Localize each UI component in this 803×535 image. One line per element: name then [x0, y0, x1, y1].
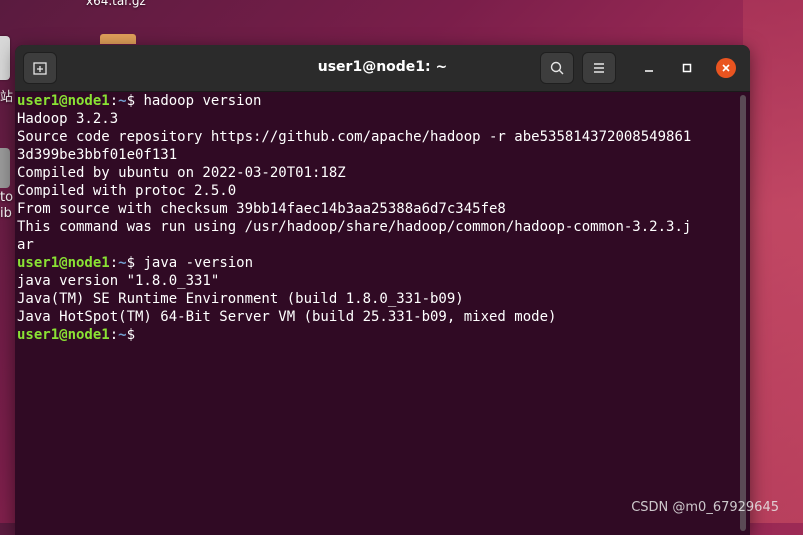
vertical-scrollbar[interactable]	[740, 95, 746, 531]
search-button[interactable]	[540, 52, 574, 84]
desktop-archive-icon[interactable]	[100, 34, 136, 44]
prompt-line: user1@node1:~$ hadoop version	[17, 93, 262, 109]
prompt-line: user1@node1:~$ java -version	[17, 255, 254, 271]
window-titlebar[interactable]: user1@node1: ~	[15, 45, 750, 92]
output-line: ar	[17, 237, 34, 253]
command-text: hadoop version	[143, 93, 262, 109]
command-text: java -version	[143, 255, 254, 271]
search-icon	[550, 61, 564, 75]
output-line: Hadoop 3.2.3	[17, 111, 119, 127]
terminal-output[interactable]: user1@node1:~$ hadoop version Hadoop 3.2…	[15, 92, 740, 535]
output-line: From source with checksum 39bb14faec14b3…	[17, 201, 506, 217]
hamburger-menu-icon	[594, 63, 604, 73]
wallpaper-glow	[743, 0, 803, 523]
desktop-file-label[interactable]: x64.tar.gz	[86, 0, 146, 8]
output-line: Java HotSpot(TM) 64-Bit Server VM (build…	[17, 309, 557, 325]
maximize-button[interactable]	[677, 58, 697, 78]
menu-button[interactable]	[582, 52, 616, 84]
output-line: 3d399be3bbf01e0f131	[17, 147, 178, 163]
output-line: This command was run using /usr/hadoop/s…	[17, 219, 692, 235]
output-line: Source code repository https://github.co…	[17, 129, 692, 145]
output-line: java version "1.8.0_331"	[17, 273, 220, 289]
output-line: Java(TM) SE Runtime Environment (build 1…	[17, 291, 464, 307]
desktop-label-3: ib	[0, 206, 12, 221]
maximize-icon	[682, 63, 692, 73]
close-button[interactable]	[716, 58, 736, 78]
desktop-app-icon[interactable]	[0, 36, 10, 80]
output-line: Compiled by ubuntu on 2022-03-20T01:18Z	[17, 165, 346, 181]
desktop-label-1: 站	[0, 90, 14, 105]
minimize-button[interactable]	[639, 58, 659, 78]
desktop-app-icon-2[interactable]	[0, 148, 10, 188]
minimize-icon	[645, 70, 653, 72]
close-icon	[722, 64, 730, 72]
terminal-window[interactable]: user1@node1: ~ user1@node1:~$ hadoop ver…	[15, 45, 750, 535]
desktop-label-2: to	[0, 190, 14, 205]
prompt-line[interactable]: user1@node1:~$	[17, 326, 740, 344]
watermark: CSDN @m0_67929645	[631, 500, 779, 515]
output-line: Compiled with protoc 2.5.0	[17, 183, 237, 199]
